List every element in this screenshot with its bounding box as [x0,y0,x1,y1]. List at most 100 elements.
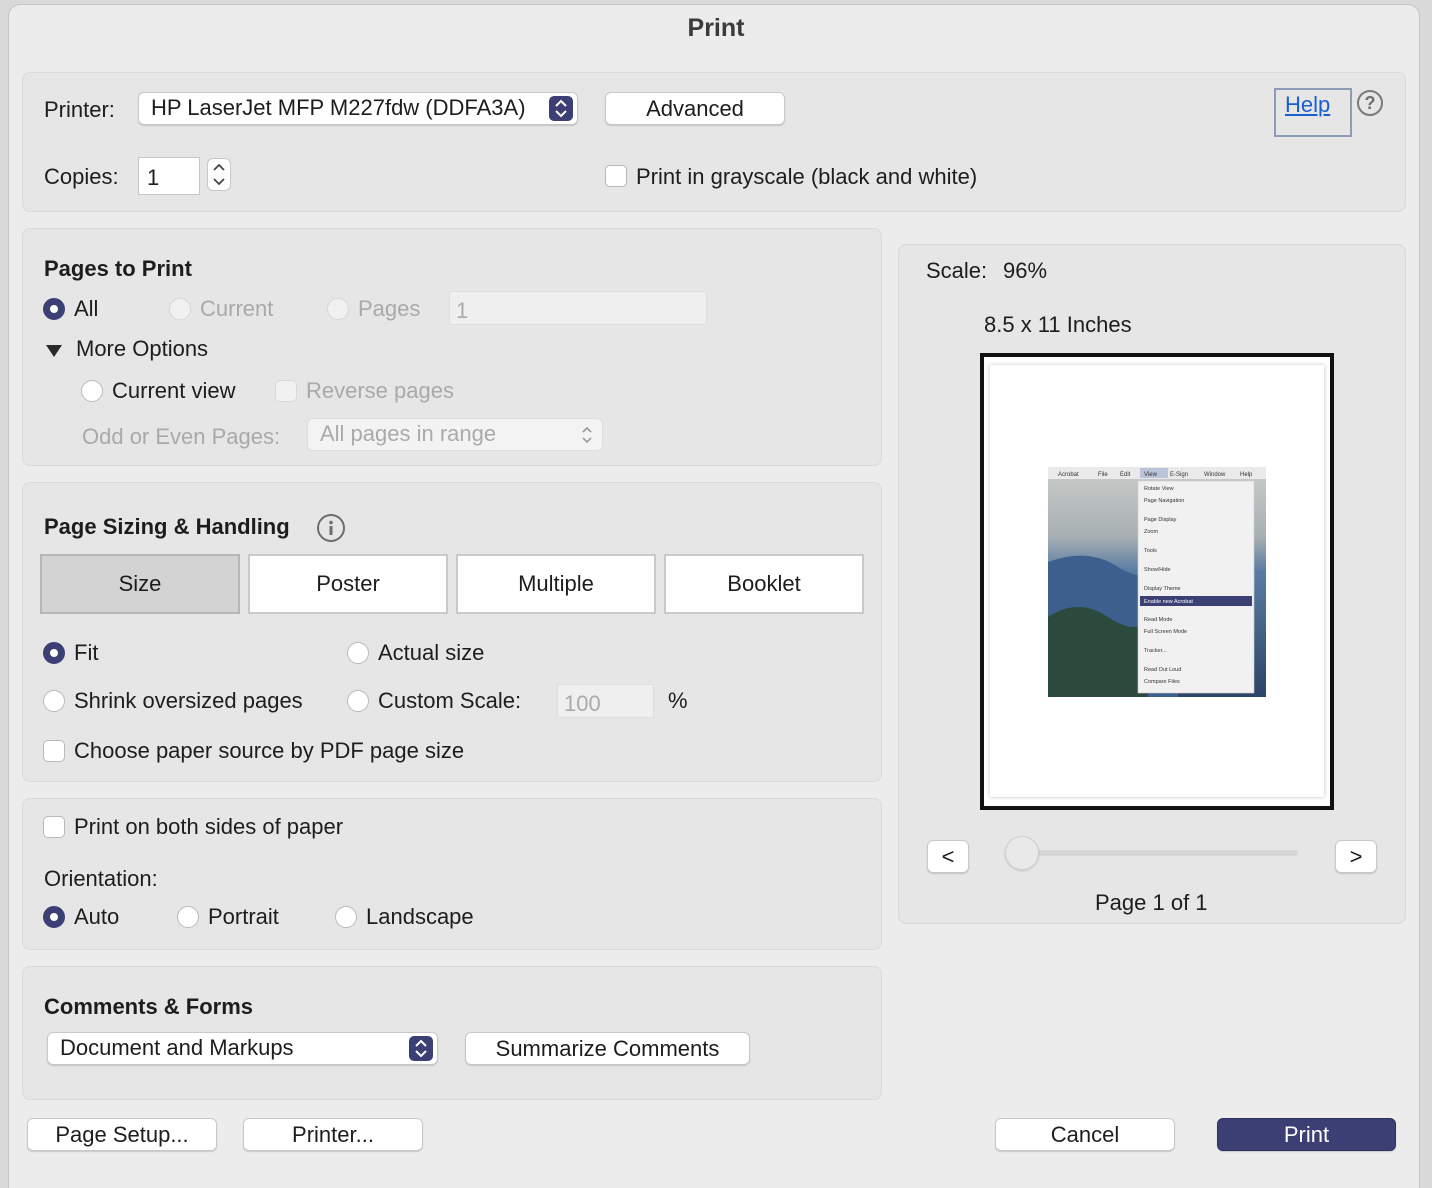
stepper-arrows-icon [213,163,225,186]
odd-even-value: All pages in range [320,421,497,446]
thumb-menubar-item: Window [1204,472,1226,478]
thumb-menu-item: Tools [1144,548,1157,554]
thumb-menu-item: Compare Files [1144,679,1180,685]
copies-stepper[interactable] [207,158,231,191]
reverse-pages-label: Reverse pages [306,378,454,403]
paper-size-label: 8.5 x 11 Inches [984,312,1132,337]
thumb-menubar-item: Help [1240,472,1253,478]
summarize-comments-button[interactable]: Summarize Comments [465,1032,750,1065]
updown-chevron-icon [409,1036,433,1061]
custom-scale-value: 100 [564,691,601,716]
thumb-menu-item: Enable new Acrobat [1144,599,1193,605]
orientation-portrait-label: Portrait [208,904,279,929]
custom-scale-label: Custom Scale: [378,688,522,713]
thumb-menubar-item: Edit [1120,472,1131,478]
info-icon[interactable] [317,514,345,542]
custom-scale-input[interactable]: 100 [557,684,654,718]
paper-source-label: Choose paper source by PDF page size [74,738,465,763]
orientation-landscape-radio[interactable] [335,906,357,928]
thumb-menu-item: Full Screen Mode [1144,629,1187,635]
tab-poster[interactable]: Poster [248,554,448,614]
help-link-box[interactable]: Help [1274,88,1352,137]
scale-value: 96% [1003,258,1048,283]
previous-page-button[interactable]: < [927,840,969,873]
preview-thumbnail-image: Acrobat File Edit View E-Sign Window Hel… [1048,467,1266,697]
thumb-menu-item: Tracker... [1144,648,1167,654]
odd-even-select[interactable]: All pages in range [307,418,603,451]
tab-booklet[interactable]: Booklet [664,554,864,614]
thumb-menubar-item: View [1144,472,1158,478]
print-button[interactable]: Print [1217,1118,1396,1151]
printer-button[interactable]: Printer... [243,1118,423,1151]
disclosure-triangle-icon[interactable] [45,344,63,363]
page-slider-track[interactable] [1020,850,1298,856]
thumb-menubar-item: Acrobat [1058,472,1079,478]
comments-heading: Comments & Forms [44,994,254,1019]
page-setup-button[interactable]: Page Setup... [27,1118,217,1151]
both-sides-label: Print on both sides of paper [74,814,344,839]
pages-to-print-heading: Pages to Print [44,256,192,281]
fit-radio[interactable] [43,642,65,664]
advanced-button[interactable]: Advanced [605,92,785,125]
page-sizing-heading: Page Sizing & Handling [44,514,290,539]
odd-even-label: Odd or Even Pages: [82,424,281,449]
grayscale-checkbox[interactable] [605,165,627,187]
current-view-label: Current view [112,378,236,403]
orientation-auto-radio[interactable] [43,906,65,928]
pages-all-label: All [74,296,99,321]
shrink-oversized-radio[interactable] [43,690,65,712]
pages-range-radio[interactable] [327,298,349,320]
thumb-menu-item: Read Mode [1144,617,1172,623]
thumb-menu-item: Rotate View [1144,486,1174,492]
printer-select[interactable]: HP LaserJet MFP M227fdw (DDFA3A) [138,92,578,125]
percent-label: % [668,688,688,713]
orientation-auto-label: Auto [74,904,120,929]
next-page-button[interactable]: > [1335,840,1377,873]
both-sides-checkbox[interactable] [43,816,65,838]
updown-chevron-icon [549,96,573,121]
thumb-menu-item: Page Display [1144,517,1177,523]
copies-label: Copies: [44,164,119,189]
help-icon-glyph: ? [1364,93,1376,113]
orientation-portrait-radio[interactable] [177,906,199,928]
orientation-landscape-label: Landscape [366,904,474,929]
tab-multiple[interactable]: Multiple [456,554,656,614]
dialog-title: Print [687,14,745,42]
paper-source-checkbox[interactable] [43,740,65,762]
grayscale-label: Print in grayscale (black and white) [636,164,978,189]
more-options-label[interactable]: More Options [76,336,208,362]
thumb-menu-item: Page Navigation [1144,498,1184,504]
scale-label: Scale: [926,258,988,283]
page-status: Page 1 of 1 [1095,890,1208,915]
pages-range-value: 1 [456,298,469,323]
thumb-menu-item: Show/Hide [1144,567,1171,573]
thumb-menu-item: Display Theme [1144,586,1181,592]
copies-input[interactable]: 1 [138,157,200,195]
current-view-radio[interactable] [81,380,103,402]
pages-range-input[interactable]: 1 [449,291,707,325]
actual-size-radio[interactable] [347,642,369,664]
pages-current-label: Current [200,296,274,321]
tab-size[interactable]: Size [40,554,240,614]
thumb-menubar-item: File [1098,472,1108,478]
help-link[interactable]: Help [1285,92,1330,118]
pages-current-radio[interactable] [169,298,191,320]
page-slider-thumb[interactable] [1005,836,1039,870]
printer-select-value: HP LaserJet MFP M227fdw (DDFA3A) [151,95,526,120]
actual-size-label: Actual size [378,640,485,665]
comments-select[interactable]: Document and Markups [47,1032,438,1065]
copies-value: 1 [147,165,160,190]
custom-scale-radio[interactable] [347,690,369,712]
comments-select-value: Document and Markups [60,1035,294,1060]
thumb-menubar-item: E-Sign [1170,472,1188,478]
shrink-oversized-label: Shrink oversized pages [74,688,303,713]
orientation-label: Orientation: [44,866,158,891]
thumb-menu-item: Zoom [1144,529,1158,535]
cancel-button[interactable]: Cancel [995,1118,1175,1151]
page-preview: Acrobat File Edit View E-Sign Window Hel… [980,353,1334,810]
help-icon[interactable]: ? [1357,90,1383,116]
pages-all-radio[interactable] [43,298,65,320]
reverse-pages-checkbox[interactable] [275,380,297,402]
updown-chevron-icon [580,424,594,452]
pages-range-label: Pages [358,296,421,321]
